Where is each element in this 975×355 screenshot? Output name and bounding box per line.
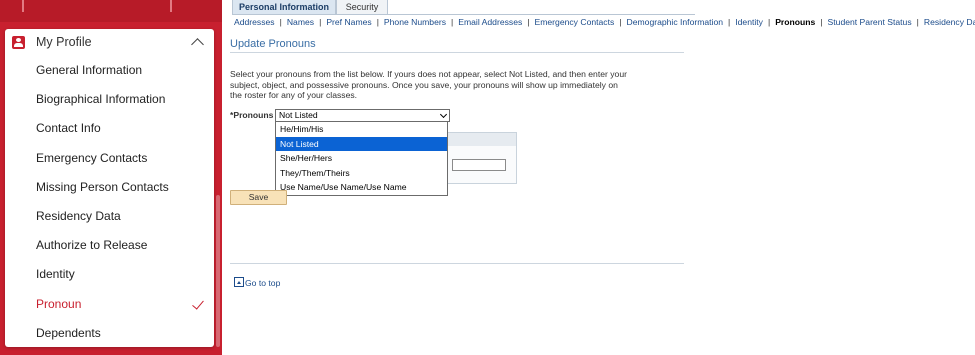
pronouns-label: *Pronouns xyxy=(230,110,274,120)
sidebar-item-residency-data[interactable]: Residency Data xyxy=(5,202,214,231)
subnav-link-identity[interactable]: Identity xyxy=(735,17,763,27)
sidebar-item-authorize-to-release[interactable]: Authorize to Release xyxy=(5,231,214,260)
header-divider xyxy=(170,0,172,12)
pronoun-option[interactable]: Not Listed xyxy=(276,136,447,152)
pronoun-option[interactable]: Use Name/Use Name/Use Name xyxy=(276,180,447,195)
instructions-text: Select your pronouns from the list below… xyxy=(230,69,650,101)
pronouns-dropdown-list: He/Him/His Not Listed She/Her/Hers They/The… xyxy=(275,121,448,196)
save-button[interactable]: Save xyxy=(230,190,287,205)
subnav-separator: | xyxy=(527,17,530,27)
header-divider xyxy=(22,0,24,12)
sidebar-item-label: Residency Data xyxy=(36,208,121,223)
tab-divider xyxy=(232,14,695,15)
sidebar-item-label: General Information xyxy=(36,63,143,77)
subnav-link-pronouns: Pronouns xyxy=(775,17,816,27)
subnav-links: Addresses | Names | Pref Names | Phone Numbers… xyxy=(234,17,975,27)
tab-security[interactable]: Security xyxy=(336,0,388,15)
subnav-separator: | xyxy=(319,17,322,27)
my-profile-title: My Profile xyxy=(36,35,92,49)
go-to-top-icon xyxy=(234,277,244,287)
subnav-separator: | xyxy=(376,17,379,27)
sidebar-item-label: Emergency Contacts xyxy=(36,150,148,165)
subnav-link-addresses[interactable]: Addresses xyxy=(234,17,275,27)
sidebar-item-missing-person-contacts[interactable]: Missing Person Contacts xyxy=(5,173,214,202)
custom-pronouns-grid xyxy=(447,132,517,184)
pronoun-option[interactable]: They/Them/Theirs xyxy=(276,166,447,181)
subnav-link-demographic-information[interactable]: Demographic Information xyxy=(627,17,724,27)
profile-icon xyxy=(12,36,25,49)
subnav-separator: | xyxy=(820,17,823,27)
sidebar-item-label: Pronoun xyxy=(36,296,82,311)
chevron-down-icon xyxy=(439,110,448,119)
subnav-link-pref-names[interactable]: Pref Names xyxy=(326,17,371,27)
sidebar-item-label: Missing Person Contacts xyxy=(36,179,169,194)
sidebar-item-label: Authorize to Release xyxy=(36,238,148,253)
subnav-separator: | xyxy=(767,17,771,27)
sidebar-item-contact-info[interactable]: Contact Info xyxy=(5,114,214,143)
profile-nav-list: General Information Biographical Informat… xyxy=(5,56,214,348)
sidebar-item-label: Dependents xyxy=(36,325,101,340)
page-title: Update Pronouns xyxy=(230,38,316,50)
sidebar-item-label: Biographical Information xyxy=(36,92,166,107)
sidebar-item-general-information[interactable]: General Information xyxy=(5,56,214,85)
subnav-link-names[interactable]: Names xyxy=(287,17,314,27)
tab-personal-information[interactable]: Personal Information xyxy=(232,0,336,15)
footer-divider xyxy=(230,263,684,264)
subnav-link-phone-numbers[interactable]: Phone Numbers xyxy=(384,17,446,27)
go-to-top-link[interactable]: Go to top xyxy=(234,277,280,288)
pronoun-option[interactable]: He/Him/His xyxy=(276,122,447,137)
subnav-link-residency-data[interactable]: Residency Data xyxy=(924,17,975,27)
left-panel-header xyxy=(0,0,222,22)
grid-header xyxy=(448,133,516,146)
sidebar-scrollbar[interactable] xyxy=(216,195,220,347)
sidebar-item-biographical-information[interactable]: Biographical Information xyxy=(5,85,214,114)
go-to-top-label: Go to top xyxy=(245,278,281,288)
instructions-line: subject, object, and possessive pronouns… xyxy=(230,79,618,90)
subnav-separator: | xyxy=(279,17,282,27)
pronouns-select-value: Not Listed xyxy=(279,110,318,120)
sidebar-item-label: Contact Info xyxy=(36,121,101,136)
title-divider xyxy=(230,52,684,53)
main-content: Personal Information Security Addresses |… xyxy=(222,0,975,355)
subnav-separator: | xyxy=(916,17,919,27)
sidebar-item-dependents[interactable]: Dependents xyxy=(5,319,214,348)
checkmark-icon xyxy=(192,296,204,310)
subnav-separator: | xyxy=(451,17,454,27)
my-profile-header[interactable]: My Profile xyxy=(5,29,214,56)
subnav-link-email-addresses[interactable]: Email Addresses xyxy=(458,17,522,27)
sidebar-item-emergency-contacts[interactable]: Emergency Contacts xyxy=(5,144,214,173)
subnav-link-emergency-contacts[interactable]: Emergency Contacts xyxy=(535,17,615,27)
sidebar-item-pronoun[interactable]: Pronoun xyxy=(5,290,214,319)
custom-pronoun-input[interactable] xyxy=(452,159,506,171)
subnav-separator: | xyxy=(728,17,731,27)
chevron-up-icon[interactable] xyxy=(191,38,204,51)
instructions-line: the roster for any of your classes. xyxy=(230,90,358,100)
pronoun-option[interactable]: She/Her/Hers xyxy=(276,151,447,166)
profile-menu-card: My Profile General Information Biographic… xyxy=(5,29,214,347)
subnav-separator: | xyxy=(619,17,622,27)
sidebar-item-identity[interactable]: Identity xyxy=(5,260,214,289)
subnav-link-student-parent-status[interactable]: Student Parent Status xyxy=(828,17,912,27)
instructions-line: Select your pronouns from the list below… xyxy=(230,69,627,79)
sidebar-item-label: Identity xyxy=(36,267,75,282)
